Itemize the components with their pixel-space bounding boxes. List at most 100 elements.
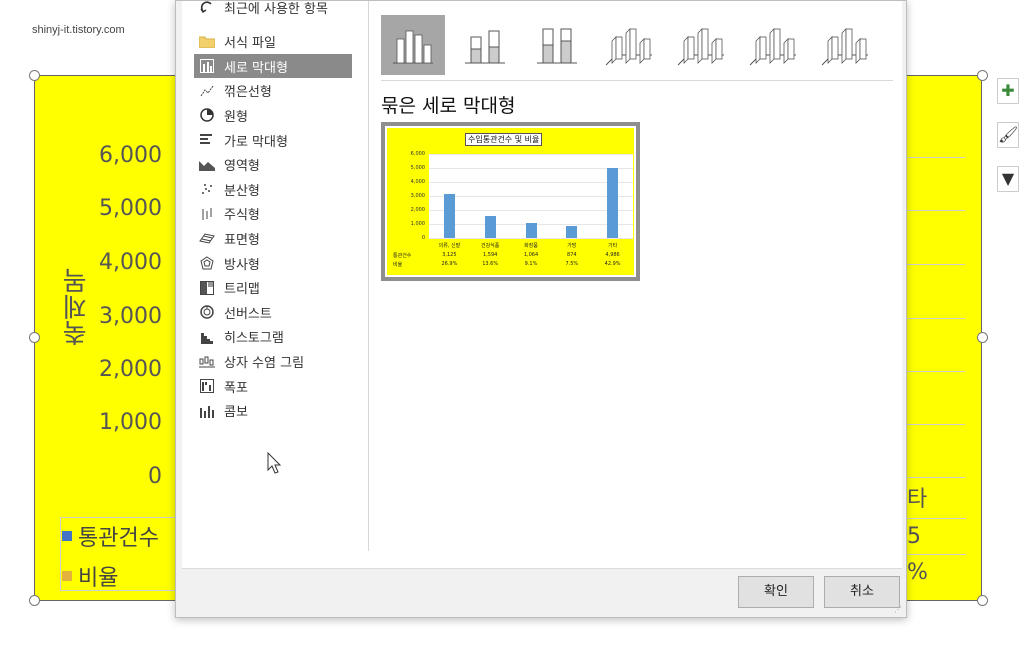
chart-type-item[interactable]: 세로 막대형: [194, 54, 352, 79]
chart-elements-button[interactable]: ✚: [997, 78, 1019, 104]
insert-chart-dialog: 최근에 사용한 항목서식 파일 세로 막대형꺾은선형원형가로 막대형영역형분산형주…: [175, 0, 907, 618]
chart-filters-button[interactable]: ▼: [997, 166, 1019, 192]
chart-type-label: 최근에 사용한 항목: [224, 1, 328, 17]
chart-type-label: 가로 막대형: [224, 134, 288, 150]
chart-type-item[interactable]: 가로 막대형: [194, 128, 352, 152]
preview-table-cell: 9.1%: [524, 261, 538, 267]
resize-handle-left[interactable]: [29, 332, 40, 343]
chart-type-label: 폭포: [224, 380, 248, 396]
surface-chart-icon: [198, 230, 216, 246]
preview-table-cell: 42.9%: [604, 261, 621, 267]
brush-icon: 🖌: [998, 125, 1019, 144]
preview-table-cell: 13.6%: [482, 261, 499, 267]
preview-table-cell: 1,064: [523, 252, 539, 258]
chart-type-item[interactable]: 꺾은선형: [194, 79, 352, 103]
radar-chart-icon: [198, 255, 216, 271]
chart-type-item[interactable]: 주식형: [194, 202, 352, 226]
chart-subtype-gallery: [381, 15, 877, 75]
chart-type-label: 방사형: [224, 257, 260, 273]
3d-100-stacked-column-icon[interactable]: [741, 15, 805, 75]
pie-chart-icon: [198, 107, 216, 123]
preview-bar: [484, 215, 496, 238]
chart-type-item[interactable]: 원형: [194, 103, 352, 127]
ok-button[interactable]: 확인: [738, 576, 814, 608]
filter-icon: ▼: [1001, 169, 1015, 188]
resize-handle-bottom-right[interactable]: [977, 595, 988, 606]
resize-handle-right[interactable]: [977, 332, 988, 343]
resize-handle-top-left[interactable]: [29, 70, 40, 81]
preview-table-cell: 3,125: [442, 252, 457, 258]
resize-grip-icon[interactable]: ⋰: [894, 606, 902, 614]
treemap-chart-icon: [198, 280, 216, 296]
chart-type-item[interactable]: 트리맵: [194, 276, 352, 300]
preview-y-tick: 4,000: [410, 179, 425, 185]
chart-type-item[interactable]: 히스토그램: [194, 325, 352, 349]
preview-chart-title: 수입통관건수 및 비율: [465, 133, 543, 146]
scatter-chart-icon: [198, 181, 216, 197]
chart-type-item[interactable]: 최근에 사용한 항목: [194, 0, 352, 19]
3d-stacked-column-icon[interactable]: [669, 15, 733, 75]
chart-type-label: 히스토그램: [224, 331, 284, 347]
chart-type-item[interactable]: 분산형: [194, 177, 352, 201]
chart-preview[interactable]: 수입통관건수 및 비율 6,000 5,000 4,000 3,000 2,000 1,0…: [381, 122, 640, 281]
preview-series-label: 비율: [393, 262, 403, 268]
3d-column-icon[interactable]: [813, 15, 877, 75]
chart-type-item[interactable]: 폭포: [194, 374, 352, 398]
preview-category-label: 의류, 신발: [438, 243, 461, 249]
preview-table-cell: 1,594: [483, 252, 498, 258]
plus-icon: ✚: [1001, 81, 1015, 100]
chart-type-label: 표면형: [224, 232, 260, 248]
chart-type-item[interactable]: 서식 파일: [194, 30, 352, 54]
chart-type-item[interactable]: 상자 수염 그림: [194, 349, 352, 373]
folder-icon: [198, 34, 216, 50]
preview-category-label: 기타: [607, 243, 618, 249]
clustered-column-icon[interactable]: [381, 15, 445, 75]
sunburst-chart-icon: [198, 304, 216, 320]
chart-type-item[interactable]: 콤보: [194, 399, 352, 423]
mouse-cursor-icon: [267, 452, 282, 474]
preview-y-tick: 5,000: [410, 165, 425, 171]
preview-bar: [607, 168, 619, 238]
chart-type-item[interactable]: 표면형: [194, 226, 352, 250]
chart-type-label: 콤보: [224, 405, 248, 421]
3d-clustered-column-icon[interactable]: [597, 15, 661, 75]
chart-type-label: 분산형: [224, 183, 260, 199]
preview-y-tick: 0: [421, 235, 425, 241]
stacked-column-icon[interactable]: [453, 15, 517, 75]
preview-bar: [525, 223, 537, 238]
dialog-content: 최근에 사용한 항목서식 파일 세로 막대형꺾은선형원형가로 막대형영역형분산형주…: [182, 1, 902, 569]
preview-table-cell: 7.5%: [565, 261, 579, 267]
divider: [381, 80, 893, 81]
chart-type-item[interactable]: 방사형: [194, 251, 352, 275]
chart-type-label: 꺾은선형: [224, 85, 272, 101]
preview-bar: [443, 194, 455, 238]
background-table-percent-fragment: %: [900, 554, 966, 590]
stock-chart-icon: [198, 206, 216, 222]
area-chart-icon: [198, 157, 216, 173]
preview-bar: [566, 225, 578, 238]
subtype-title: 묶은 세로 막대형: [381, 95, 516, 117]
chart-type-label: 원형: [224, 109, 248, 125]
preview-y-tick: 3,000: [410, 193, 425, 199]
background-row-label-count: 통관건수: [62, 520, 159, 552]
preview-chart-area: 수입통관건수 및 비율 6,000 5,000 4,000 3,000 2,000 1,0…: [387, 128, 634, 275]
boxwhisker-chart-icon: [198, 353, 216, 369]
divider: [368, 1, 369, 551]
combo-chart-icon: [198, 403, 216, 419]
chart-styles-button[interactable]: 🖌: [997, 122, 1019, 148]
blog-watermark: shinyj-it.tistory.com: [32, 24, 125, 36]
cancel-button[interactable]: 취소: [824, 576, 900, 608]
chart-type-item[interactable]: 영역형: [194, 153, 352, 177]
background-table-value-fragment: 5: [900, 518, 966, 554]
resize-handle-bottom-left[interactable]: [29, 595, 40, 606]
preview-y-tick: 2,000: [410, 207, 425, 213]
resize-handle-top-right[interactable]: [977, 70, 988, 81]
histogram-chart-icon: [198, 329, 216, 345]
chart-type-label: 선버스트: [224, 306, 272, 322]
preview-y-tick: 1,000: [410, 221, 425, 227]
chart-type-item[interactable]: 선버스트: [194, 300, 352, 324]
bar-chart-icon: [198, 132, 216, 148]
preview-series-label: 통관건수: [393, 253, 412, 259]
background-y-tick: 0: [148, 464, 162, 489]
100-stacked-column-icon[interactable]: [525, 15, 589, 75]
